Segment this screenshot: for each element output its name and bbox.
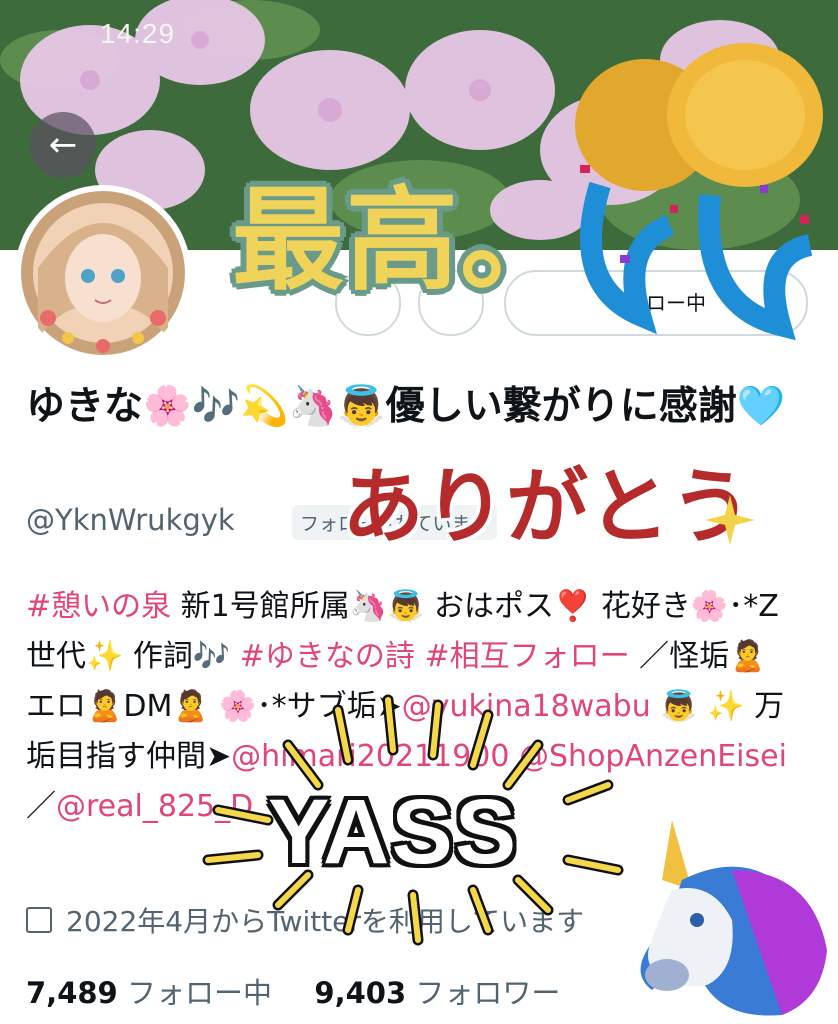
back-button[interactable]: ← — [30, 112, 96, 178]
hashtag-link[interactable]: #ゆきなの詩 — [240, 639, 415, 674]
avatar[interactable] — [18, 188, 188, 358]
calendar-icon — [26, 907, 52, 933]
following-label: フォロー中 — [117, 976, 272, 1010]
bio-text: ／ — [26, 789, 56, 824]
arigato-sticker: ありがとう — [342, 459, 753, 555]
hashtag-link[interactable]: #憩いの泉 — [26, 589, 171, 624]
following-link[interactable]: 7,489 フォロー中 — [26, 976, 272, 1010]
following-count: 7,489 — [26, 976, 118, 1010]
followers-link[interactable]: 9,403 フォロワー — [314, 976, 560, 1010]
follow-stats: 7,489 フォロー中 9,403 フォロワー — [26, 970, 560, 1012]
unicorn-icon — [640, 820, 827, 1016]
username-handle: @YknWrukgyk — [26, 503, 235, 537]
display-name: ゆきな🌸🎶💫🦄👼優しい繋がりに感謝🩵 — [26, 384, 786, 429]
followers-count: 9,403 — [314, 976, 407, 1010]
yass-text: YASS — [268, 781, 519, 883]
avatar-image — [21, 191, 185, 355]
sparkles-icon — [705, 495, 755, 545]
yass-sticker: YASS — [188, 690, 628, 950]
arrow-left-icon: ← — [48, 125, 78, 165]
followers-label: フォロワー — [406, 976, 561, 1010]
status-bar-time: 14:29 — [100, 18, 176, 49]
profile-screen: 14:29 ← フォロー中 ゆきな🌸🎶💫🦄👼優しい繋がりに感謝🩵 @YknWru… — [0, 0, 838, 1024]
party-popper-sticker — [575, 43, 823, 341]
saiko-sticker: 最高。 — [232, 176, 574, 306]
hashtag-link[interactable]: #相互フォロー — [424, 639, 629, 674]
